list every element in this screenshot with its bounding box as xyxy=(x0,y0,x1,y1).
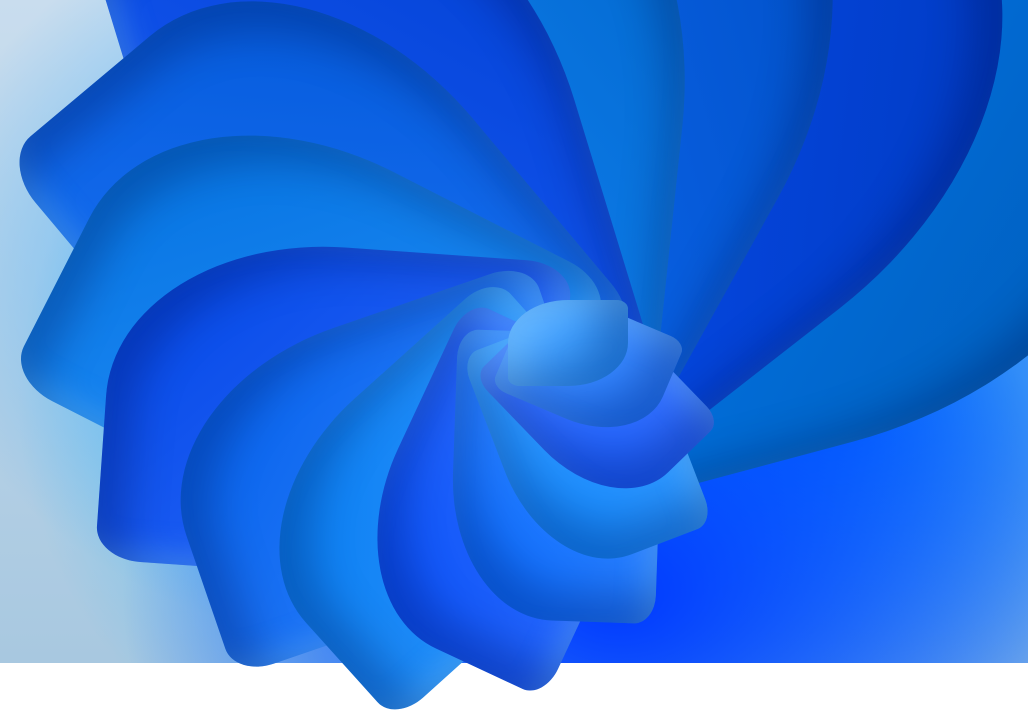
desktop-background[interactable] xyxy=(0,0,1028,663)
